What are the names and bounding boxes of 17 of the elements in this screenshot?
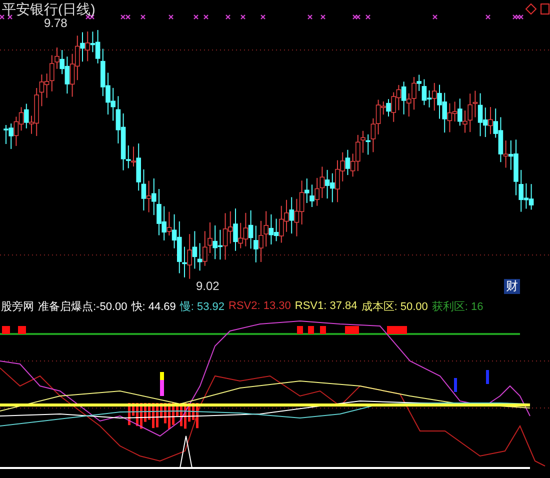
bar-drawing [128, 403, 198, 429]
spike-line [180, 436, 192, 468]
signal-bar [486, 370, 489, 384]
indicator-value: RSV2: 13.30 [228, 300, 291, 312]
finance-badge[interactable]: 财 [504, 279, 520, 294]
high-price-label: 9.78 [44, 16, 68, 30]
low-price-label: 9.02 [196, 279, 220, 293]
indicator-value: RSV1: 37.84 [294, 300, 358, 312]
diamond-icon [525, 3, 537, 15]
indicator-value: 成本区: 50.00 [361, 300, 428, 314]
indicator-value: 股旁网 [1, 300, 34, 314]
indicator-value: 慢: 53.92 [180, 300, 225, 314]
square-icon [540, 4, 550, 14]
indicator-value: 快: 44.69 [131, 300, 176, 314]
indicator-value: 获利区: 16 [432, 300, 484, 314]
indicator-value: 准备启爆点:-50.00 [38, 300, 128, 314]
signal-bar [454, 378, 457, 392]
